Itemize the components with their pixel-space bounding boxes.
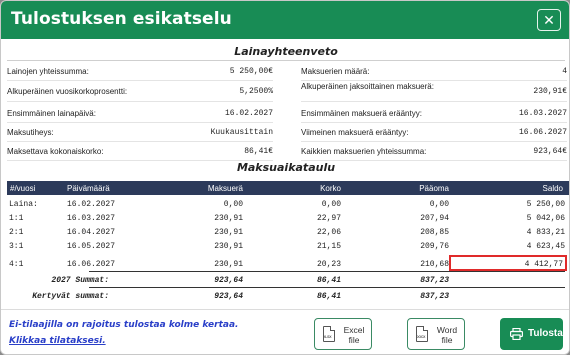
dialog-header: Tulostuksen esikatselu ✕	[1, 1, 569, 39]
print-limit-note: Ei-tilaajilla on rajoitus tulostaa kolme…	[9, 320, 239, 330]
schedule-header: #/vuosi Päivämäärä Maksuerä Korko Pääoma…	[7, 181, 569, 195]
highlight-box	[449, 255, 567, 271]
excel-file-icon: XLSX	[323, 326, 335, 342]
word-file-icon: DOCX	[416, 326, 428, 342]
col-balance: Saldo	[542, 184, 563, 193]
dialog-title: Tulostuksen esikatselu	[11, 9, 232, 29]
col-principal: Pääoma	[419, 184, 449, 193]
summary-divider	[7, 60, 565, 61]
summary-row: Maksutiheys: Kuukausittain	[7, 124, 273, 142]
col-date: Päivämäärä	[67, 184, 110, 193]
print-button[interactable]: Tulosta	[500, 318, 563, 350]
summary-row: Alkuperäinen jaksoittainen maksuerä: 230…	[301, 82, 567, 102]
excel-file-button[interactable]: XLSX Excel file	[314, 318, 372, 350]
summary-row: Maksuerien määrä: 4	[301, 63, 567, 81]
print-preview-dialog: Tulostuksen esikatselu ✕ Lainayhteenveto…	[0, 0, 570, 355]
summary-row: Kaikkien maksuerien yhteissumma: 923,64€	[301, 143, 567, 161]
close-button[interactable]: ✕	[537, 9, 561, 31]
summary-row: Lainojen yhteissumma: 5 250,00€	[7, 63, 273, 81]
summary-row: Ensimmäinen lainapäivä: 16.02.2027	[7, 105, 273, 123]
table-row: Laina: 16.02.2027 0,00 0,00 0,00 5 250,0…	[9, 200, 565, 209]
totals-row: 2027 Summat: 923,64 86,41 837,23	[51, 276, 449, 285]
subscribe-link[interactable]: Klikkaa tilataksesi.	[9, 336, 106, 346]
close-icon: ✕	[543, 12, 555, 28]
summary-row: Viimeinen maksuerä erääntyy: 16.06.2027	[301, 124, 567, 142]
col-number: #/vuosi	[10, 184, 36, 193]
summary-row: Alkuperäinen vuosikorkoprosentti: 5,2500…	[7, 82, 273, 102]
table-row: 3:1 16.05.2027 230,91 21,15 209,76 4 623…	[9, 242, 565, 251]
table-row: 2:1 16.04.2027 230,91 22,06 208,85 4 833…	[9, 228, 565, 237]
word-file-button[interactable]: DOCX Word file	[407, 318, 465, 350]
totals-divider	[89, 287, 565, 288]
summary-title: Lainayhteenveto	[234, 45, 338, 58]
col-interest: Korko	[320, 184, 341, 193]
printer-icon	[510, 328, 523, 340]
col-payment: Maksuerä	[207, 184, 243, 193]
summary-row: Ensimmäinen maksuerä erääntyy: 16.03.202…	[301, 105, 567, 123]
totals-row: Kertyvät summat: 923,64 86,41 837,23	[32, 292, 449, 301]
print-label: Tulosta	[528, 328, 563, 339]
totals-divider	[89, 271, 565, 272]
summary-row: Maksettava kokonaiskorko: 86,41€	[7, 143, 273, 161]
dialog-footer: Ei-tilaajilla on rajoitus tulostaa kolme…	[1, 309, 569, 354]
table-row: 1:1 16.03.2027 230,91 22,97 207,94 5 042…	[9, 214, 565, 223]
schedule-title: Maksuaikataulu	[236, 161, 336, 174]
preview-body[interactable]: Lainayhteenveto Lainojen yhteissumma: 5 …	[1, 39, 569, 309]
